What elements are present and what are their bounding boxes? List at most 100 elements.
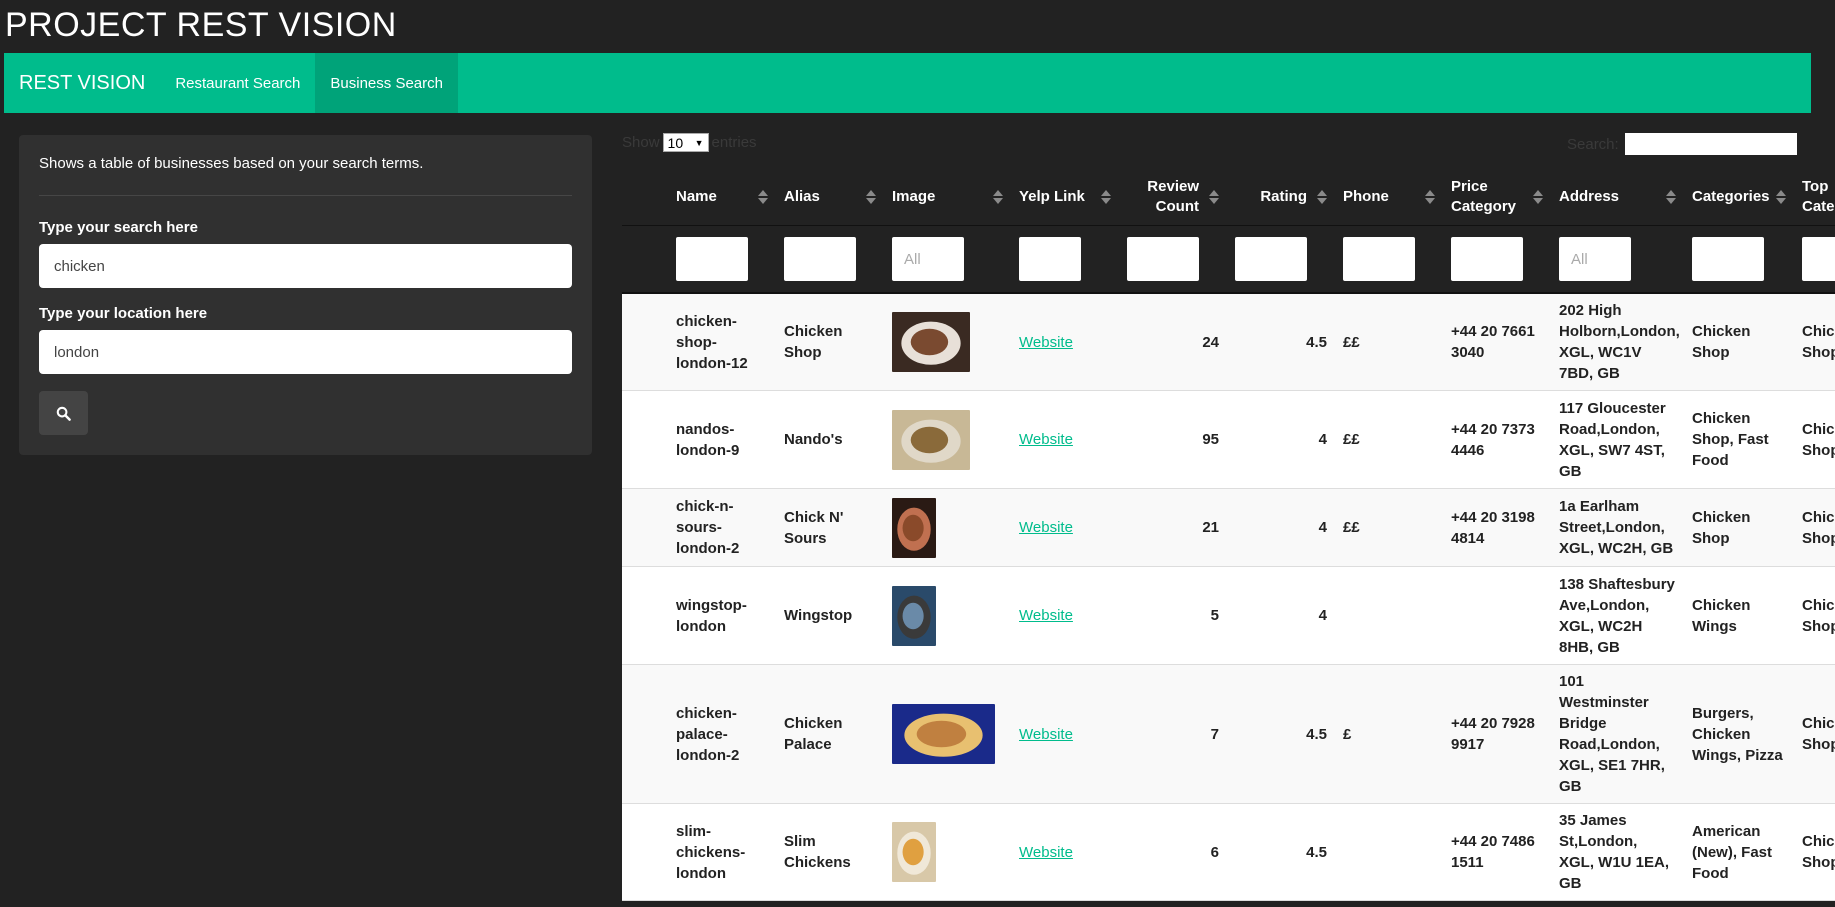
column-filter-input[interactable] — [1451, 237, 1523, 281]
website-link[interactable]: Website — [1019, 726, 1073, 743]
business-thumbnail — [892, 497, 936, 558]
column-filter-input[interactable]: All — [1559, 237, 1631, 281]
table-row[interactable]: wingstop-london Wingstop Website 5 4 138 Shaf… — [622, 566, 1835, 665]
header-rating[interactable]: Rating — [1227, 168, 1335, 226]
cell-name: slim-chickens-london — [668, 803, 776, 901]
search-button[interactable] — [39, 391, 88, 435]
column-filter-input[interactable] — [784, 237, 856, 281]
column-filter-input[interactable] — [1235, 237, 1307, 281]
cell-categories: American (New), Fast Food — [1684, 803, 1794, 901]
table-row[interactable]: chicken-palace-london-2 Chicken Palace Web… — [622, 664, 1835, 804]
header-phone[interactable]: Phone — [1335, 168, 1443, 226]
cell-categories: Chicken Shop — [1684, 293, 1794, 391]
cell-address: 1a Earlham Street,London, XGL, WC2H, GB — [1551, 488, 1684, 567]
table-row[interactable]: nandos-london-9 Nando's Website 95 4 ££ +44 20… — [622, 390, 1835, 489]
business-thumbnail — [892, 704, 995, 764]
cell-review-count: 21 — [1119, 488, 1227, 567]
filter-cell — [1119, 225, 1227, 294]
website-link[interactable]: Website — [1019, 844, 1073, 861]
page-length-select[interactable]: 10 ▼ — [662, 133, 709, 152]
navbar: REST VISION Restaurant Search Business S… — [4, 53, 1811, 113]
header-yelp-link[interactable]: Yelp Link — [1011, 168, 1119, 226]
navbar-brand[interactable]: REST VISION — [4, 53, 160, 113]
cell-categories: Burgers, Chicken Wings, Pizza — [1684, 664, 1794, 804]
table-controls: Show 10 ▼ entries Search: — [622, 133, 1835, 157]
page-length-control: Show 10 ▼ entries — [622, 133, 757, 152]
search-label: Type your search here — [39, 219, 198, 236]
panel-divider — [39, 195, 572, 196]
page-length-value: 10 — [667, 134, 684, 151]
page-title: PROJECT REST VISION — [5, 6, 397, 44]
sort-icon — [1101, 188, 1111, 206]
entries-label: entries — [711, 134, 757, 151]
header-address[interactable]: Address — [1551, 168, 1684, 226]
cell-price-category — [1335, 803, 1443, 901]
column-filter-input[interactable] — [1692, 237, 1764, 281]
row-control — [622, 803, 668, 901]
sort-icon — [1533, 188, 1543, 206]
website-link[interactable]: Website — [1019, 607, 1073, 624]
column-filter-input[interactable] — [1127, 237, 1199, 281]
cell-image — [884, 390, 1011, 489]
table-body: All All chicken-shop-london-12 Chicken Sho… — [622, 225, 1835, 901]
cell-name: nandos-london-9 — [668, 390, 776, 489]
column-filter-input[interactable] — [1019, 237, 1081, 281]
header-alias[interactable]: Alias — [776, 168, 884, 226]
table-row[interactable]: chick-n-sours-london-2 Chick N' Sours Webs… — [622, 488, 1835, 567]
cell-phone: +44 20 7928 9917 — [1443, 664, 1551, 804]
business-thumbnail — [892, 585, 936, 646]
column-filter-input[interactable] — [1343, 237, 1415, 281]
website-link[interactable]: Website — [1019, 519, 1073, 536]
filter-cell: All — [1551, 225, 1684, 294]
business-thumbnail — [892, 409, 970, 470]
column-filter-input[interactable] — [676, 237, 748, 281]
cell-phone — [1443, 566, 1551, 665]
filter-cell — [1227, 225, 1335, 294]
header-name[interactable]: Name — [668, 168, 776, 226]
business-table: Name Alias Image Yelp Link Review Count … — [622, 168, 1835, 901]
search-input[interactable] — [39, 244, 572, 288]
table-search-input[interactable] — [1624, 133, 1797, 155]
website-link[interactable]: Website — [1019, 334, 1073, 351]
table-row[interactable]: slim-chickens-london Slim Chickens Website… — [622, 803, 1835, 901]
cell-address: 101 Westminster Bridge Road,London, XGL,… — [1551, 664, 1684, 804]
search-icon — [56, 406, 71, 421]
header-top-categories[interactable]: Top Categories — [1794, 168, 1835, 226]
business-thumbnail — [892, 822, 936, 882]
cell-name: chicken-palace-london-2 — [668, 664, 776, 804]
header-image[interactable]: Image — [884, 168, 1011, 226]
cell-price-category: ££ — [1335, 488, 1443, 567]
cell-yelp-link: Website — [1011, 566, 1119, 665]
website-link[interactable]: Website — [1019, 431, 1073, 448]
business-thumbnail — [892, 312, 970, 372]
cell-alias: Chicken Shop — [776, 293, 884, 391]
cell-review-count: 5 — [1119, 566, 1227, 665]
cell-phone: +44 20 3198 4814 — [1443, 488, 1551, 567]
panel-description: Shows a table of businesses based on you… — [39, 155, 424, 172]
header-price-category[interactable]: Price Category — [1443, 168, 1551, 226]
cell-image — [884, 803, 1011, 901]
cell-review-count: 7 — [1119, 664, 1227, 804]
cell-rating: 4.5 — [1227, 803, 1335, 901]
nav-business-search[interactable]: Business Search — [315, 53, 458, 113]
table-row[interactable]: chicken-shop-london-12 Chicken Shop Websit… — [622, 293, 1835, 391]
cell-address: 117 Gloucester Road,London, XGL, SW7 4ST… — [1551, 390, 1684, 489]
nav-restaurant-search[interactable]: Restaurant Search — [160, 53, 315, 113]
cell-top-categories: Chicken Shop — [1794, 803, 1835, 901]
cell-yelp-link: Website — [1011, 293, 1119, 391]
location-input[interactable] — [39, 330, 572, 374]
cell-alias: Slim Chickens — [776, 803, 884, 901]
column-filter-input[interactable] — [1802, 237, 1835, 281]
cell-rating: 4 — [1227, 566, 1335, 665]
header-categories[interactable]: Categories — [1684, 168, 1794, 226]
cell-image — [884, 293, 1011, 391]
cell-address: 138 Shaftesbury Ave,London, XGL, WC2H 8H… — [1551, 566, 1684, 665]
sort-icon — [866, 188, 876, 206]
header-review-count[interactable]: Review Count — [1119, 168, 1227, 226]
chevron-down-icon: ▼ — [694, 137, 704, 148]
search-panel: Shows a table of businesses based on you… — [19, 135, 592, 455]
column-filter-input[interactable]: All — [892, 237, 964, 281]
cell-price-category: ££ — [1335, 293, 1443, 391]
sort-icon — [1666, 188, 1676, 206]
sort-icon — [1209, 188, 1219, 206]
